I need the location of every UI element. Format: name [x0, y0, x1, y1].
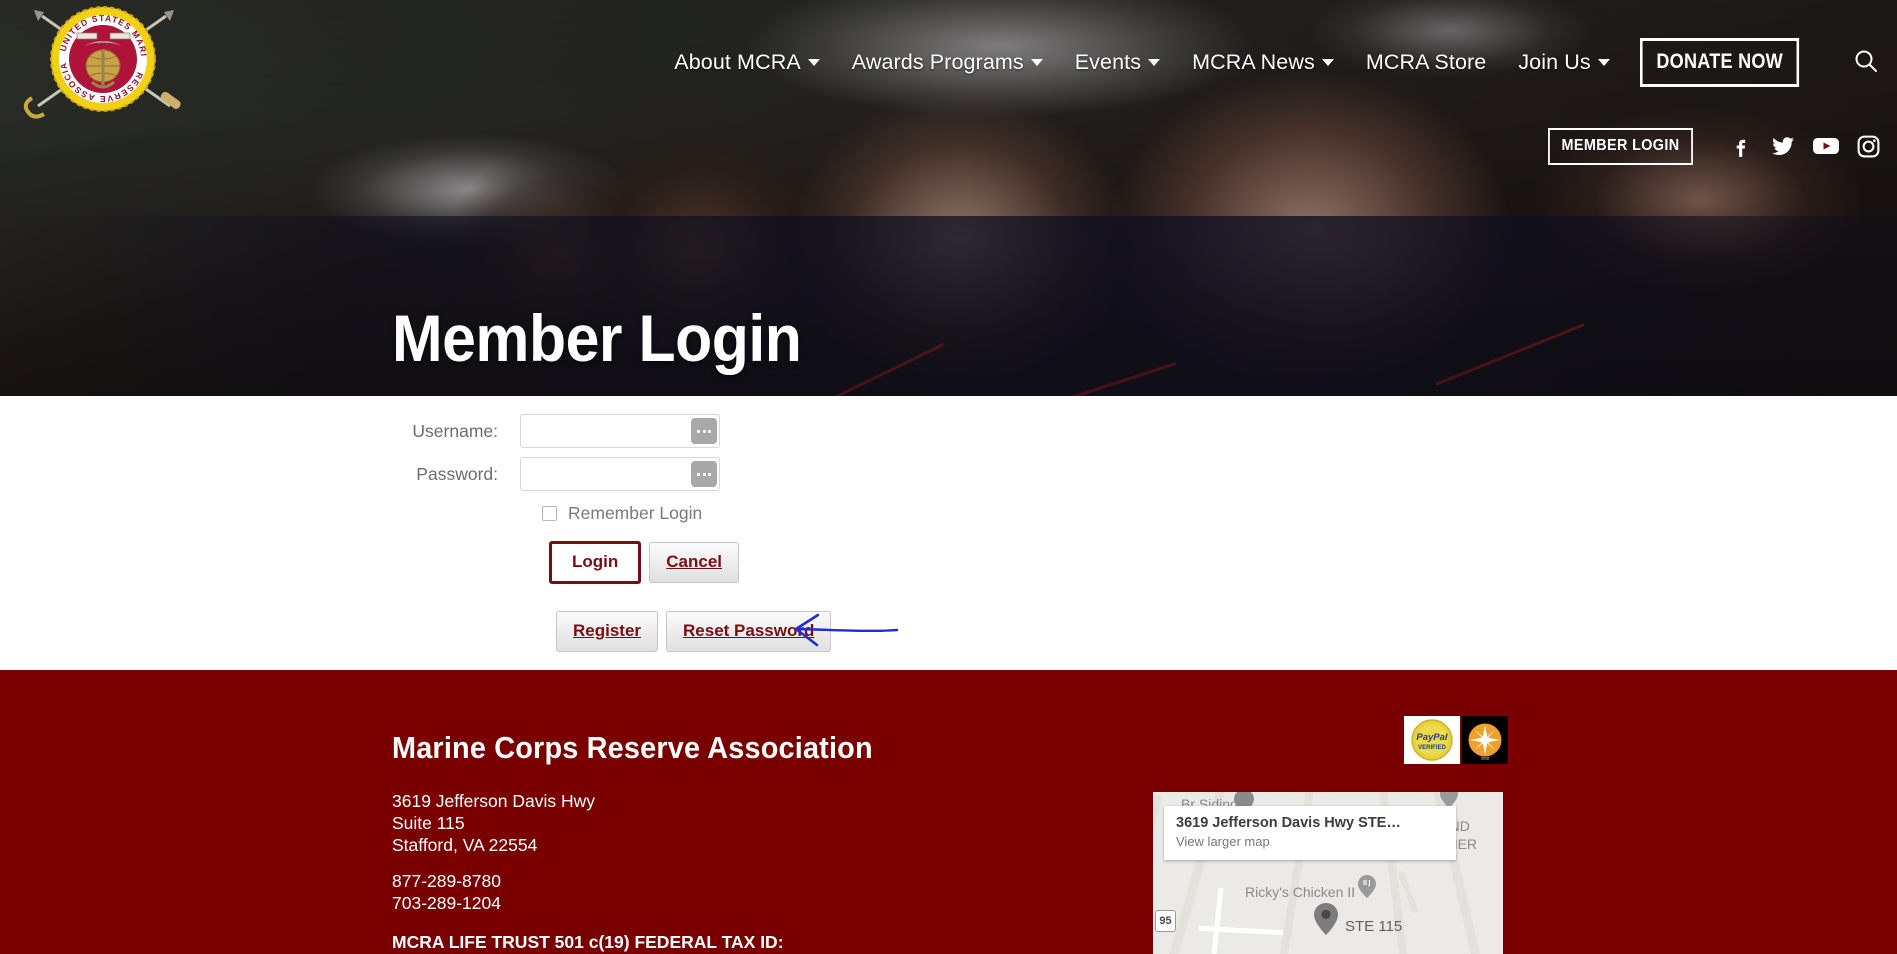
annotation-arrow — [790, 613, 900, 652]
password-input[interactable] — [521, 458, 719, 490]
footer-phones: 877-289-8780 703-289-1204 — [392, 870, 501, 914]
remember-login-checkbox[interactable] — [542, 506, 557, 521]
page-root: UNITED STATES MARINE CORPS RESERVE ASSOC… — [0, 0, 1897, 954]
map-pin-ste-115 — [1314, 903, 1338, 935]
username-input-shell — [520, 414, 720, 448]
site-footer: Marine Corps Reserve Association 3619 Je… — [0, 670, 1897, 954]
footer-tax-id-line: MCRA LIFE TRUST 501 c(19) FEDERAL TAX ID… — [392, 932, 784, 952]
map-label-rickys-chicken: Ricky's Chicken II — [1245, 884, 1356, 900]
search-icon[interactable] — [1853, 48, 1879, 74]
username-row: Username: — [0, 414, 1897, 448]
view-larger-map-link[interactable]: View larger map — [1176, 834, 1444, 849]
nav-label: Join Us — [1518, 50, 1591, 74]
chevron-down-icon — [1030, 59, 1043, 66]
member-login-bar: MEMBER LOGIN — [1540, 123, 1897, 169]
nav-item-join-us[interactable]: Join Us — [1502, 50, 1625, 75]
hero-banner: UNITED STATES MARINE CORPS RESERVE ASSOC… — [0, 0, 1897, 396]
highway-shield-95: 95 — [1155, 910, 1176, 932]
nav-label: Events — [1074, 50, 1142, 74]
nav-item-awards-programs[interactable]: Awards Programs — [836, 50, 1059, 75]
donate-now-button[interactable]: DONATE NOW — [1639, 38, 1800, 87]
footer-org-name: Marine Corps Reserve Association — [392, 730, 873, 765]
primary-button-row: Login Cancel — [0, 541, 1897, 584]
paypal-verified-badge-svg: PayPal VERIFIED — [1411, 719, 1453, 761]
remember-login-label: Remember Login — [568, 503, 703, 523]
map-pin-restaurant — [1358, 875, 1376, 898]
guidestar-seal-svg: 2016 — [1465, 720, 1505, 761]
paypal-verified-badge[interactable]: PayPal VERIFIED — [1404, 716, 1460, 764]
nav-label: MCRA News — [1192, 50, 1315, 74]
location-map[interactable]: 95 Br Siding Ricky's Chicken II STE 115 … — [1153, 792, 1503, 954]
login-form-section: Username: Password: Remember Login Login… — [0, 396, 1897, 670]
cancel-button[interactable]: Cancel — [649, 542, 740, 583]
remember-login-row: Remember Login — [0, 503, 1897, 524]
nav-item-mcra-news[interactable]: MCRA News — [1176, 50, 1350, 75]
member-login-button[interactable]: MEMBER LOGIN — [1548, 127, 1693, 165]
password-input-shell — [520, 457, 720, 491]
map-info-card[interactable]: 3619 Jefferson Davis Hwy STE… View large… — [1164, 806, 1456, 860]
phone-number[interactable]: 877-289-8780 — [392, 870, 501, 892]
username-autofill-button[interactable] — [691, 418, 717, 444]
password-row: Password: — [0, 457, 1897, 491]
trust-badges: PayPal VERIFIED 2016 — [1404, 716, 1508, 764]
twitter-icon[interactable] — [1770, 133, 1796, 159]
map-card-title: 3619 Jefferson Davis Hwy STE… — [1176, 815, 1401, 831]
username-input[interactable] — [521, 415, 719, 447]
mcra-logo[interactable]: UNITED STATES MARINE CORPS RESERVE ASSOC… — [10, 0, 194, 120]
annotation-arrow-svg — [794, 613, 899, 647]
address-line: Suite 115 — [392, 813, 465, 834]
page-title: Member Login — [392, 301, 802, 375]
register-button[interactable]: Register — [556, 611, 659, 652]
nav-item-mcra-store[interactable]: MCRA Store — [1350, 50, 1502, 75]
footer-address: 3619 Jefferson Davis Hwy Suite 115 Staff… — [392, 790, 595, 856]
address-line: Stafford, VA 22554 — [392, 835, 538, 856]
social-links — [1729, 133, 1881, 159]
nav-label: About MCRA — [674, 50, 801, 74]
svg-text:PayPal: PayPal — [1416, 732, 1448, 743]
chevron-down-icon — [1148, 59, 1161, 66]
secondary-button-row: Register Reset Password — [0, 611, 1897, 652]
instagram-icon[interactable] — [1856, 134, 1881, 159]
password-label: Password: — [416, 463, 498, 484]
svg-text:VERIFIED: VERIFIED — [1418, 745, 1446, 751]
nav-label: MCRA Store — [1365, 50, 1487, 74]
chevron-down-icon — [1597, 59, 1610, 66]
chevron-down-icon — [807, 59, 820, 66]
main-nav: About MCRA Awards Programs Events MCRA N… — [658, 38, 1825, 87]
password-autofill-button[interactable] — [691, 461, 717, 487]
nav-item-about-mcra[interactable]: About MCRA — [658, 50, 835, 75]
username-label: Username: — [412, 420, 498, 441]
address-line: 3619 Jefferson Davis Hwy — [392, 791, 595, 811]
phone-number[interactable]: 703-289-1204 — [392, 892, 501, 914]
guidestar-seal-badge[interactable]: 2016 — [1462, 716, 1508, 764]
login-form: Username: Password: Remember Login Login… — [0, 414, 1897, 652]
nav-item-events[interactable]: Events — [1059, 50, 1176, 75]
guidestar-year: 2016 — [1481, 757, 1489, 761]
top-navigation-bar: UNITED STATES MARINE CORPS RESERVE ASSOC… — [0, 0, 1897, 120]
youtube-icon[interactable] — [1812, 135, 1840, 157]
nav-label: Awards Programs — [851, 50, 1024, 74]
search-icon-svg — [1855, 50, 1877, 72]
facebook-icon[interactable] — [1729, 134, 1754, 159]
map-label-ste-115: STE 115 — [1345, 918, 1403, 935]
login-button[interactable]: Login — [549, 541, 642, 584]
chevron-down-icon — [1321, 59, 1334, 66]
mcra-logo-svg: UNITED STATES MARINE CORPS RESERVE ASSOC… — [10, 0, 181, 119]
